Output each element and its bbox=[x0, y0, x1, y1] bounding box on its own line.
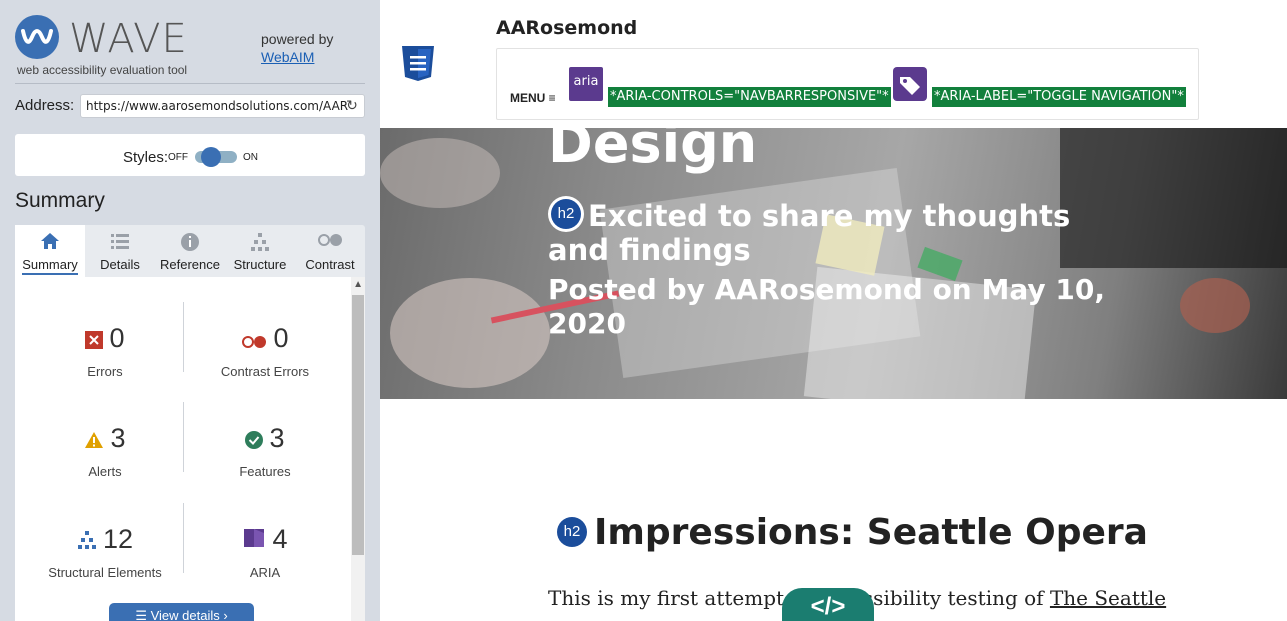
error-icon bbox=[85, 324, 104, 356]
hero-subtitle: h2 Excited to share my thoughts and findi… bbox=[548, 196, 1108, 267]
tab-contrast-label: Contrast bbox=[305, 257, 355, 272]
feature-check-icon bbox=[245, 424, 264, 456]
structure-icon bbox=[225, 232, 295, 252]
errors-label: Errors bbox=[87, 363, 123, 379]
list-icon: ☰ bbox=[135, 608, 151, 621]
menu-toggle-button[interactable]: MENU ≡ bbox=[510, 91, 556, 105]
tab-contrast[interactable]: Contrast bbox=[295, 225, 365, 277]
contrast-errors-stat[interactable]: 0 Contrast Errors bbox=[185, 322, 345, 379]
aria-stat[interactable]: 4 ARIA bbox=[185, 523, 345, 580]
h2-badge-icon[interactable]: h2 bbox=[548, 196, 584, 232]
alerts-label: Alerts bbox=[88, 463, 122, 479]
header-divider bbox=[15, 83, 365, 84]
powered-by-label: powered by bbox=[261, 31, 334, 47]
features-stat[interactable]: 3 Features bbox=[185, 422, 345, 479]
tab-details-label: Details bbox=[100, 257, 140, 272]
tab-structure-label: Structure bbox=[233, 257, 287, 272]
code-view-button[interactable]: </> bbox=[782, 588, 874, 621]
wave-logo-text: WAVE bbox=[69, 16, 188, 62]
css-icon[interactable] bbox=[400, 45, 436, 82]
structural-label: Structural Elements bbox=[48, 564, 162, 580]
powered-by: powered by WebAIM bbox=[261, 30, 333, 66]
tab-summary[interactable]: Summary bbox=[15, 225, 85, 277]
webaim-link[interactable]: WebAIM bbox=[261, 48, 333, 66]
view-details-button[interactable]: ☰ View details › bbox=[109, 603, 254, 621]
styles-on-label: ON bbox=[243, 152, 258, 163]
wave-tagline: web accessibility evaluation tool bbox=[17, 63, 188, 77]
home-icon bbox=[15, 232, 85, 252]
tab-reference-label: Reference bbox=[160, 257, 220, 272]
summary-panel: 0 Errors 0 Contrast Errors 3 Alerts 3 Fe… bbox=[15, 277, 365, 621]
wave-logo-icon bbox=[15, 15, 59, 59]
address-label: Address: bbox=[15, 97, 75, 114]
errors-count: 0 bbox=[109, 323, 125, 353]
alerts-count: 3 bbox=[110, 423, 126, 453]
scrollbar-thumb[interactable] bbox=[352, 295, 364, 555]
seattle-opera-link[interactable]: The Seattle bbox=[1050, 586, 1166, 610]
aria-icon[interactable]: aria bbox=[569, 67, 603, 101]
address-input[interactable]: https://www.aarosemondsolutions.com/AAR bbox=[80, 94, 365, 118]
contrast-error-icon bbox=[241, 324, 267, 356]
h2-badge-icon[interactable]: h2 bbox=[554, 514, 590, 550]
section-heading-text: Impressions: Seattle Opera bbox=[594, 512, 1148, 553]
hero-subtitle-text: Excited to share my thoughts and finding… bbox=[548, 199, 1071, 267]
structural-count: 12 bbox=[102, 524, 134, 554]
list-icon bbox=[85, 232, 155, 252]
view-details-label: View details › bbox=[150, 608, 228, 621]
aria-count: 4 bbox=[272, 524, 288, 554]
aria-controls-note: *ARIA-CONTROLS="NAVBARRESPONSIVE"* bbox=[608, 87, 891, 107]
alert-icon bbox=[84, 424, 104, 456]
navbar: MENU ≡ aria *ARIA-CONTROLS="NAVBARRESPON… bbox=[496, 48, 1199, 120]
styles-label: Styles: bbox=[123, 149, 169, 166]
tab-reference[interactable]: Reference bbox=[155, 225, 225, 277]
posted-by: Posted by AARosemond on May 10, 2020 bbox=[548, 273, 1105, 340]
aria-label-note: *ARIA-LABEL="TOGGLE NAVIGATION"* bbox=[932, 87, 1186, 107]
panel-tabs: Summary Details Reference Structure Cont… bbox=[15, 225, 365, 277]
styles-off-label: OFF bbox=[168, 152, 188, 163]
aria-icon bbox=[242, 525, 266, 557]
page-content: Design h2 Excited to share my thoughts an… bbox=[380, 0, 1287, 621]
scroll-up-icon[interactable]: ▲ bbox=[353, 279, 363, 290]
styles-toggle-knob[interactable] bbox=[201, 147, 221, 167]
aria-label: ARIA bbox=[249, 564, 281, 580]
contrast-icon bbox=[295, 232, 365, 252]
styles-toggle-box: Styles: OFF ON bbox=[15, 134, 365, 176]
panel-scrollbar[interactable]: ▲ bbox=[351, 277, 365, 621]
tab-details[interactable]: Details bbox=[85, 225, 155, 277]
aria-label-tag-icon[interactable] bbox=[893, 67, 927, 101]
structure-icon bbox=[77, 525, 97, 557]
reload-icon[interactable]: ↻ bbox=[344, 97, 360, 113]
errors-stat[interactable]: 0 Errors bbox=[25, 322, 185, 379]
brand-name[interactable]: AARosemond bbox=[496, 17, 637, 39]
wave-sidebar: WAVE web accessibility evaluation tool p… bbox=[0, 0, 380, 621]
contrast-errors-label: Contrast Errors bbox=[220, 363, 310, 379]
hero-title: Design bbox=[548, 112, 758, 175]
features-label: Features bbox=[239, 463, 291, 479]
alerts-stat[interactable]: 3 Alerts bbox=[25, 422, 185, 479]
tab-structure[interactable]: Structure bbox=[225, 225, 295, 277]
summary-heading: Summary bbox=[15, 189, 105, 212]
section-heading: h2 Impressions: Seattle Opera bbox=[554, 512, 1148, 553]
contrast-errors-count: 0 bbox=[273, 323, 289, 353]
tab-summary-label: Summary bbox=[22, 257, 78, 275]
structural-elements-stat[interactable]: 12 Structural Elements bbox=[25, 523, 185, 580]
features-count: 3 bbox=[269, 423, 285, 453]
info-icon bbox=[155, 232, 225, 252]
